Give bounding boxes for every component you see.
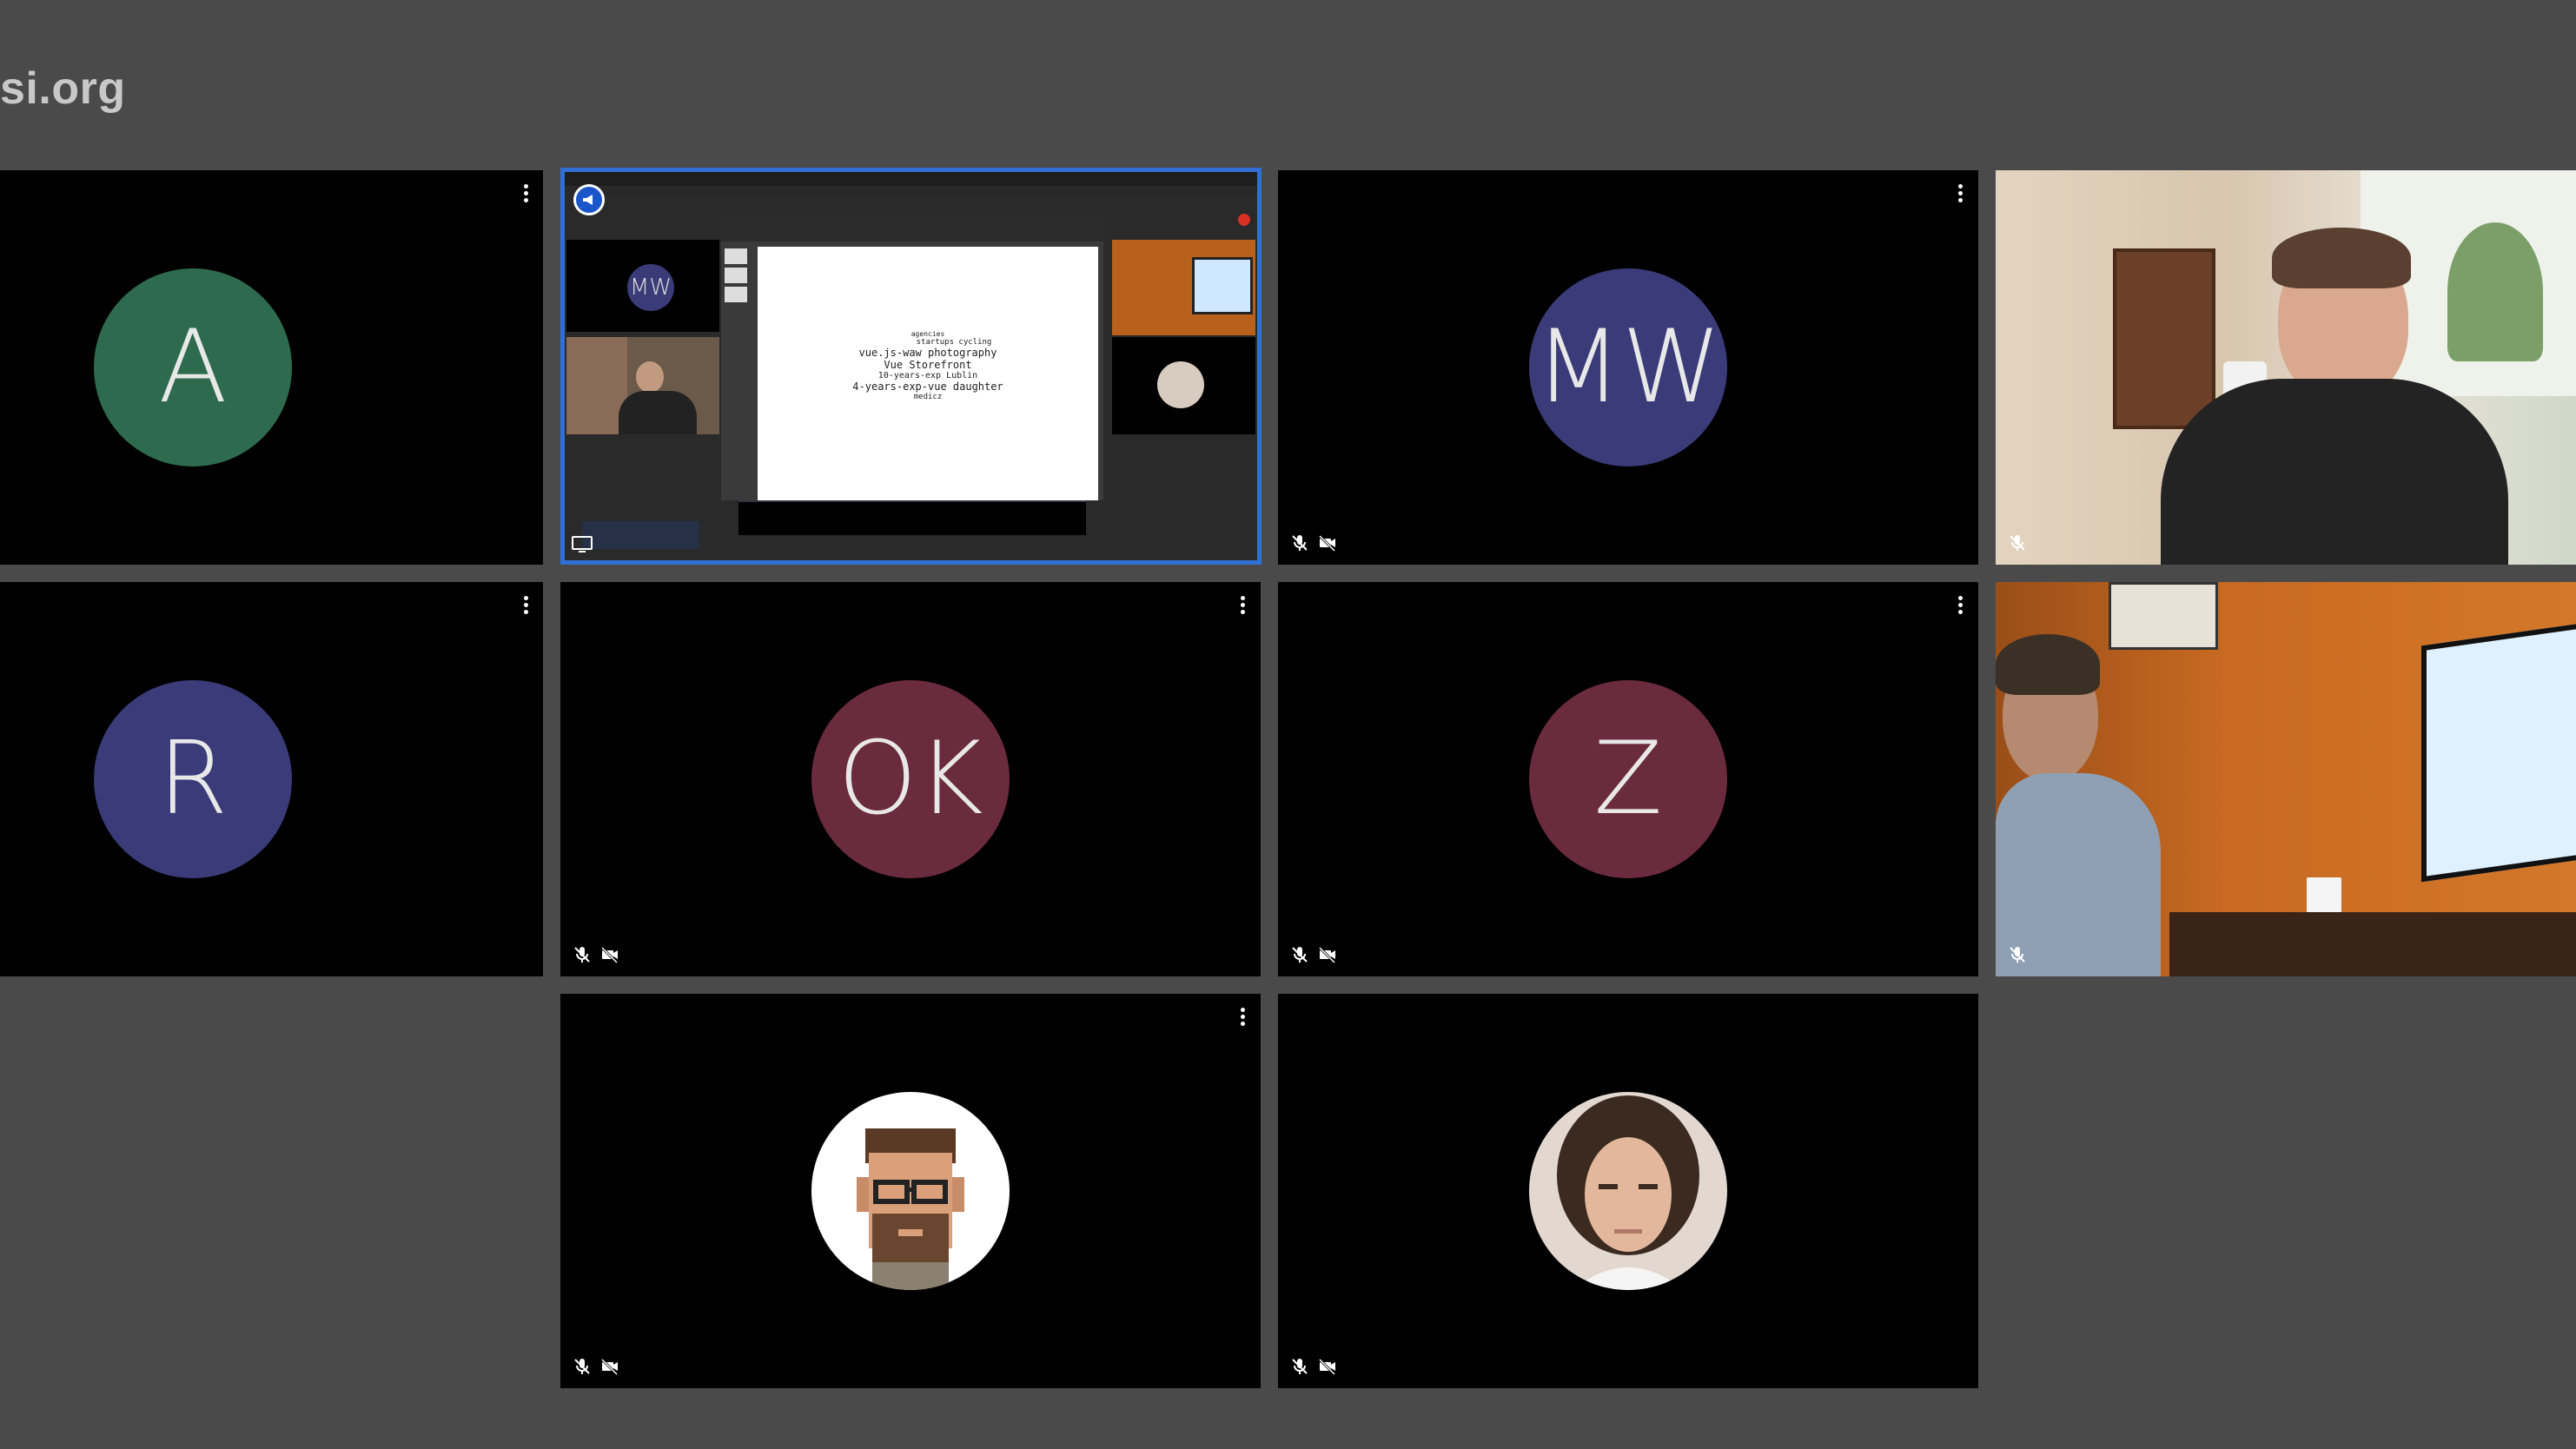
pixel-avatar — [811, 1092, 1010, 1290]
participant-tile-a[interactable]: A — [0, 170, 543, 565]
slide-canvas: agencies startups cycling vue.js-waw pho… — [758, 247, 1098, 500]
photo-avatar — [1529, 1092, 1727, 1290]
person-photo-icon — [1557, 1095, 1699, 1290]
bookshelf — [2113, 248, 2215, 429]
status-icons — [573, 1357, 619, 1376]
avatar-initials: A — [158, 308, 228, 426]
more-options-icon[interactable] — [520, 596, 532, 617]
avatar-initials: Z — [1593, 720, 1663, 837]
mic-off-icon — [1292, 947, 1308, 963]
more-options-icon[interactable] — [1236, 1008, 1248, 1029]
shared-browser-toolbar — [565, 186, 1257, 198]
org-title: si.org — [0, 63, 126, 114]
screen-share-tile[interactable]: MW agencies startups cycling vue.js-waw … — [560, 168, 1262, 565]
participant-tile-camera-monitor[interactable] — [1996, 582, 2576, 976]
more-options-icon[interactable] — [520, 184, 532, 205]
pixel-face-icon — [857, 1128, 964, 1290]
status-icons — [1290, 945, 1337, 964]
mini-avatar: MW — [627, 264, 674, 311]
mini-tile-camera — [566, 337, 719, 434]
more-options-icon[interactable] — [1954, 184, 1966, 205]
camera-off-icon — [600, 946, 619, 964]
desk — [2169, 912, 2576, 976]
participant-tile-r[interactable]: R — [0, 582, 543, 976]
shared-browser-tabs — [565, 172, 1257, 186]
mic-off-icon — [574, 1359, 590, 1374]
mini-tile-orange — [1112, 240, 1255, 335]
mic-off-icon — [2010, 947, 2025, 963]
plant — [2447, 222, 2543, 361]
mini-bottom-tiles — [738, 500, 1086, 535]
share-notification — [582, 521, 699, 549]
more-options-icon[interactable] — [1954, 596, 1966, 617]
monitor-screen — [2421, 622, 2576, 883]
camera-off-icon — [1318, 534, 1336, 552]
more-options-icon[interactable] — [1236, 596, 1248, 617]
avatar: OK — [811, 680, 1010, 878]
person-body — [2161, 379, 2508, 565]
slide-thumbnails — [725, 245, 752, 488]
avatar: A — [94, 268, 292, 466]
participant-tile-z[interactable]: Z — [1278, 582, 1978, 976]
camera-off-icon — [1318, 1358, 1336, 1376]
mini-tile-mw: MW — [566, 240, 719, 332]
presenting-icon — [573, 184, 605, 215]
status-icons — [573, 945, 619, 964]
participant-tile-mw[interactable]: MW — [1278, 170, 1978, 565]
camera-off-icon — [600, 1358, 619, 1376]
participant-tile-ok[interactable]: OK — [560, 582, 1261, 976]
mic-off-icon — [1292, 1359, 1308, 1374]
avatar: Z — [1529, 680, 1727, 878]
avatar-initials: OK — [838, 720, 983, 837]
camera-off-icon — [1318, 946, 1336, 964]
person-hair — [1996, 634, 2100, 695]
slide-editor-window: agencies startups cycling vue.js-waw pho… — [721, 217, 1103, 500]
mic-off-icon — [574, 947, 590, 963]
status-icons — [1290, 533, 1337, 552]
avatar: MW — [1529, 268, 1727, 466]
participant-tile-photo-avatar[interactable] — [1278, 994, 1978, 1388]
picture-frame — [2109, 582, 2218, 650]
status-icons — [2008, 945, 2027, 964]
participant-tile-pixel-avatar[interactable] — [560, 994, 1261, 1388]
record-dot-icon — [1238, 214, 1250, 226]
mini-tile-photo — [1112, 337, 1255, 434]
participant-tile-camera-headset[interactable] — [1996, 170, 2576, 565]
mic-off-icon — [1292, 535, 1308, 551]
status-icons — [2008, 533, 2027, 552]
person-hair — [2272, 228, 2411, 288]
avatar: R — [94, 680, 292, 878]
avatar-initials: MW — [1534, 308, 1722, 426]
status-icons — [1290, 1357, 1337, 1376]
screen-monitor-icon — [572, 535, 593, 559]
mic-off-icon — [2010, 535, 2025, 551]
avatar-initials: R — [157, 720, 228, 837]
